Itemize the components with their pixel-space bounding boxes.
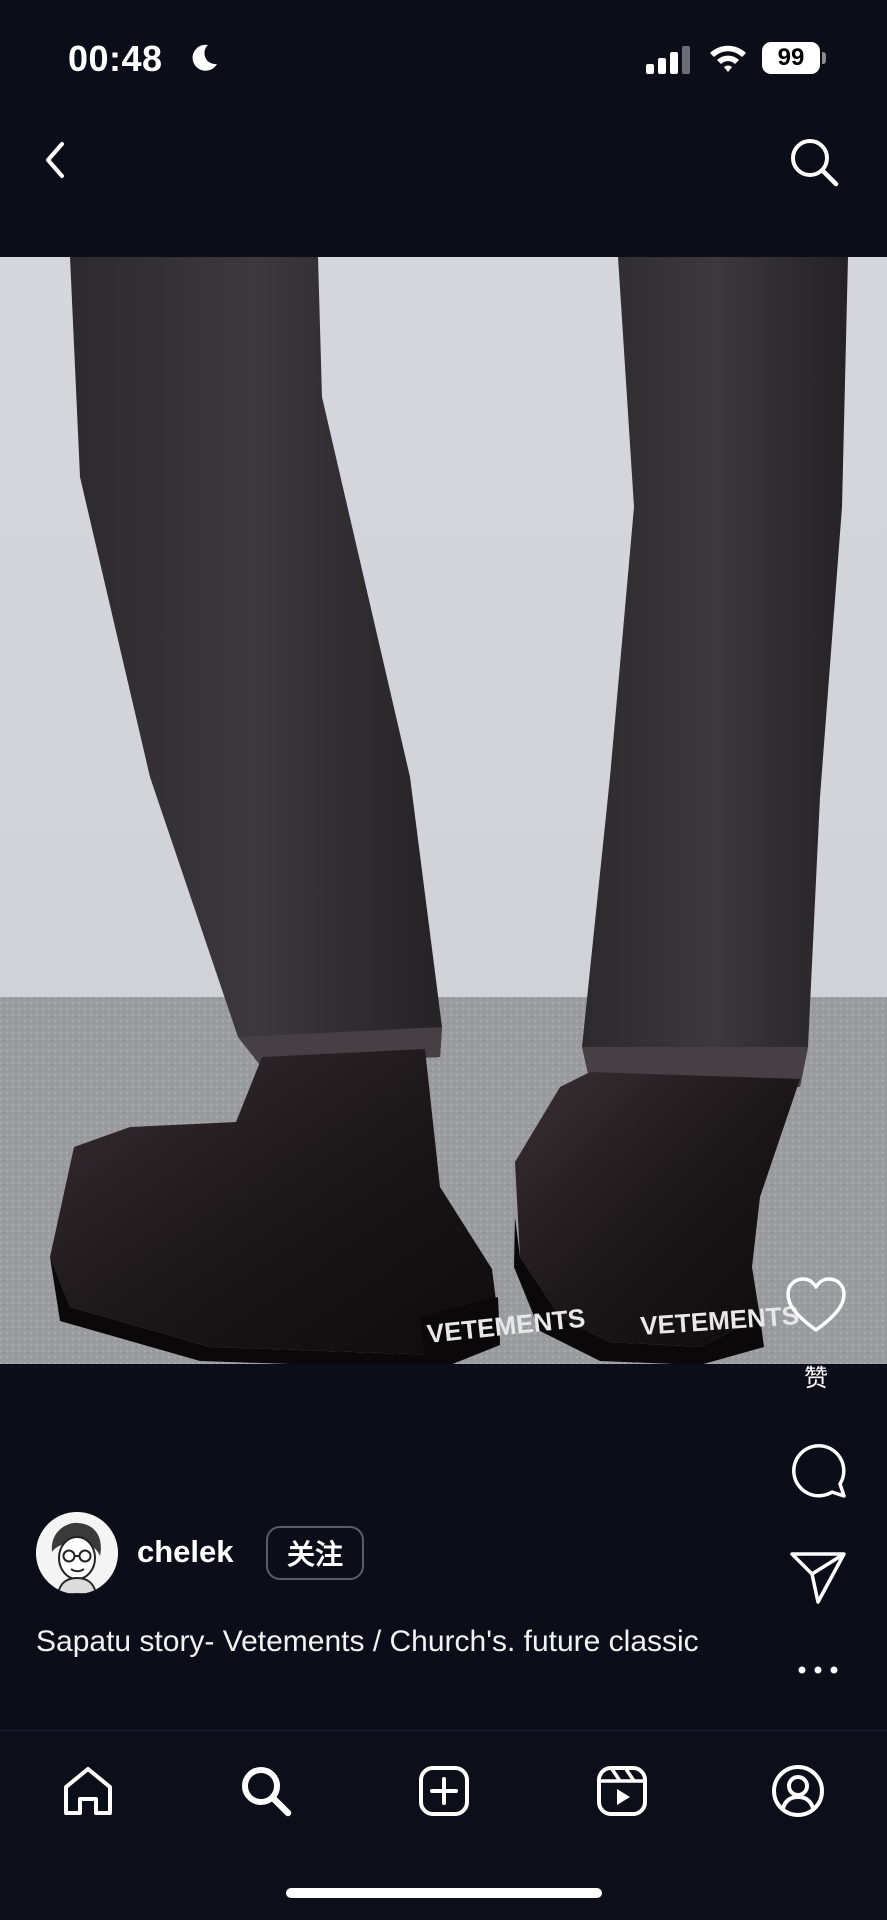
heart-icon[interactable] <box>784 1276 848 1334</box>
signal-icon <box>646 46 690 74</box>
status-time: 00:48 <box>68 38 163 79</box>
status-bar: 00:48 99 <box>0 0 887 110</box>
username[interactable]: chelek <box>137 1534 234 1570</box>
battery-icon: 99 <box>762 42 820 74</box>
comment-icon[interactable] <box>788 1440 848 1500</box>
follow-button[interactable]: 关注 <box>266 1526 364 1580</box>
post-photo-illustration: VETEMENTS VETEMENTS <box>0 257 887 1364</box>
search-tab-icon[interactable] <box>236 1761 296 1821</box>
wifi-icon <box>710 45 746 72</box>
more-icon[interactable] <box>796 1660 840 1680</box>
post-caption: Sapatu story- Vetements / Church's. futu… <box>36 1625 699 1658</box>
search-icon[interactable] <box>786 134 842 190</box>
like-label: 赞 <box>804 1365 828 1392</box>
profile-icon[interactable] <box>768 1761 828 1821</box>
post-photo[interactable]: VETEMENTS VETEMENTS <box>0 257 887 1364</box>
reels-icon[interactable] <box>592 1761 652 1821</box>
moon-icon <box>192 44 217 71</box>
create-icon[interactable] <box>414 1761 474 1821</box>
back-icon[interactable] <box>36 134 72 186</box>
avatar[interactable] <box>36 1512 118 1594</box>
share-icon[interactable] <box>788 1548 848 1606</box>
battery-tip <box>822 52 826 64</box>
home-icon[interactable] <box>58 1761 118 1821</box>
home-indicator[interactable] <box>286 1888 602 1898</box>
instagram-post-screen: 00:48 99 VETEMENTS VETEMENTS 赞 chelek 关注… <box>0 0 887 1920</box>
avatar-illustration <box>36 1512 118 1594</box>
